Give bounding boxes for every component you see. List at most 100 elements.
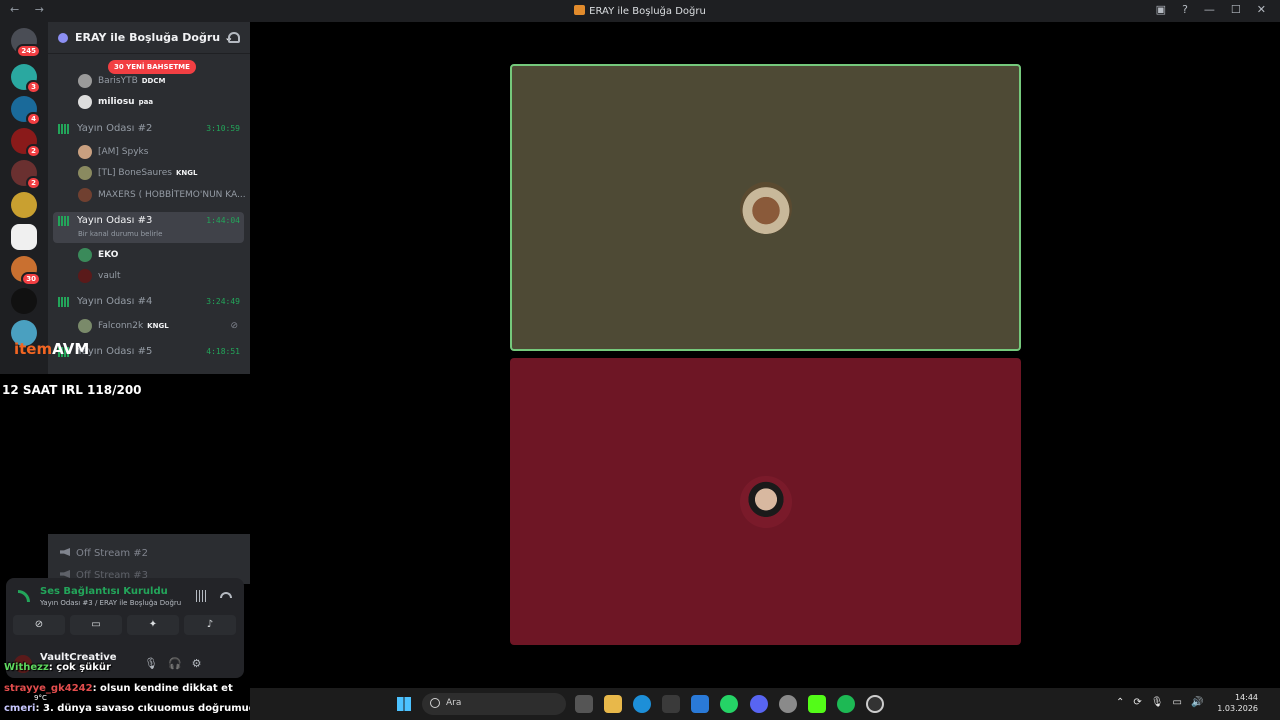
avatar: [78, 166, 92, 180]
minimize-button[interactable]: —: [1204, 3, 1215, 16]
voice-user[interactable]: EKO: [78, 248, 118, 262]
chevron-up-icon[interactable]: ⌃: [1116, 697, 1124, 708]
taskbar-search[interactable]: Ara: [422, 693, 566, 715]
media-player-icon[interactable]: [866, 695, 884, 713]
user-name: BarisYTB: [98, 76, 138, 86]
server-icon[interactable]: 2: [11, 160, 41, 190]
server-icon[interactable]: 3: [11, 64, 41, 94]
voice-activity-icon: [58, 123, 70, 134]
home-button[interactable]: 245: [11, 28, 41, 58]
chat-text: : 3. dünya savaso cıkıuomus doğrumudur: [35, 703, 269, 714]
user-name: [TL] BoneSaures: [98, 168, 172, 178]
voice-channel-path[interactable]: Yayın Odası #3 / ERAY ile Boşluğa Doğru: [40, 599, 181, 607]
voice-user[interactable]: MAXERS ( HOBBİTEMO'NUN KA...: [78, 188, 246, 202]
mention-pill[interactable]: 30 YENİ BAHSETME: [108, 60, 196, 74]
camera-toggle-button[interactable]: ⊘: [13, 615, 65, 635]
voice-user[interactable]: Falconn2k KNGL ⊘: [78, 319, 238, 333]
user-tag: paa: [138, 98, 154, 106]
chat-message: Withezz: çok şükür: [4, 662, 111, 673]
channel-status[interactable]: Bir kanal durumu belirle: [78, 230, 162, 238]
edge-icon[interactable]: [633, 695, 651, 713]
title-bar: ← → ERAY ile Boşluğa Doğru ▣ ? — ☐ ✕: [0, 0, 1280, 22]
soundboard-button[interactable]: ♪: [184, 615, 236, 635]
speaker-icon: [60, 548, 70, 556]
file-explorer-icon[interactable]: [604, 695, 622, 713]
discord-icon[interactable]: [750, 695, 768, 713]
voice-user[interactable]: vault: [78, 269, 121, 283]
channel-name: Yayın Odası #3: [77, 215, 153, 226]
avatar: [78, 319, 92, 333]
voice-activity-icon: [58, 296, 70, 307]
user-name: miliosu: [98, 97, 135, 107]
add-user-icon[interactable]: [228, 32, 240, 43]
badge: 30: [21, 272, 41, 286]
channel-timer: 1:44:04: [206, 216, 240, 225]
clock-time: 14:44: [1234, 693, 1258, 702]
signal-icon[interactable]: [18, 590, 30, 602]
logo-part: item: [14, 340, 53, 358]
server-icon[interactable]: 2: [11, 128, 41, 158]
chat-text: : olsun kendine dikkat et: [92, 683, 233, 694]
server-name: ERAY ile Boşluğa Doğru: [75, 31, 221, 44]
voice-channel-3[interactable]: Yayın Odası #3 1:44:04: [58, 215, 240, 226]
sync-icon[interactable]: ⟳: [1133, 697, 1141, 708]
server-icon[interactable]: 4: [11, 96, 41, 126]
close-button[interactable]: ✕: [1257, 3, 1266, 16]
user-tag: KNGL: [175, 169, 198, 177]
disconnect-icon[interactable]: [220, 592, 232, 598]
voice-user[interactable]: [TL] BoneSaures KNGL: [78, 166, 197, 180]
noise-suppression-icon[interactable]: [196, 590, 208, 602]
inbox-icon[interactable]: ▣: [1156, 3, 1166, 16]
server-icon[interactable]: [11, 224, 37, 250]
badge: 2: [26, 176, 41, 190]
settings-gear-icon[interactable]: ⚙: [192, 657, 202, 670]
badge: 245: [16, 44, 41, 58]
store-icon[interactable]: [662, 695, 680, 713]
volume-icon[interactable]: 🔊: [1191, 697, 1203, 708]
app-icon: [574, 5, 586, 15]
windows-start-icon[interactable]: [397, 697, 411, 711]
help-icon[interactable]: ?: [1182, 3, 1188, 16]
channel-timer: 3:24:49: [206, 297, 240, 306]
server-icon[interactable]: 30: [11, 256, 41, 286]
voice-status[interactable]: Ses Bağlantısı Kuruldu: [40, 586, 168, 597]
avatar: [78, 74, 92, 88]
video-tile[interactable]: [510, 358, 1021, 645]
obs-icon[interactable]: [779, 695, 797, 713]
channel-timer: 4:18:51: [206, 347, 240, 356]
chat-message: cmeri: 3. dünya savaso cıkıuomus doğrumu…: [4, 703, 268, 714]
voice-channel-2[interactable]: Yayın Odası #2 3:10:59: [58, 123, 240, 134]
voice-user[interactable]: miliosu paa: [78, 95, 153, 109]
off-stream-channel[interactable]: Off Stream #2: [60, 548, 148, 559]
network-icon[interactable]: ▭: [1172, 697, 1181, 708]
clock[interactable]: 14:44 1.03.2026: [1217, 692, 1258, 714]
task-view-icon[interactable]: [575, 695, 593, 713]
user-tag: DDCM: [141, 77, 166, 85]
mail-icon[interactable]: [691, 695, 709, 713]
badge: 4: [26, 112, 41, 126]
badge: 2: [26, 144, 41, 158]
muted-icon: ⊘: [230, 321, 238, 331]
chat-message: strayye_gk4242: olsun kendine dikkat et: [4, 683, 233, 694]
participant-avatar: [739, 181, 792, 234]
channel-name: Yayın Odası #4: [77, 296, 153, 307]
user-name: [AM] Spyks: [98, 147, 149, 157]
voice-user[interactable]: BarisYTB DDCM: [78, 74, 165, 88]
server-header[interactable]: ERAY ile Boşluğa Doğru ⌄: [48, 22, 250, 54]
user-name: MAXERS ( HOBBİTEMO'NUN KA...: [98, 190, 246, 200]
voice-channel-4[interactable]: Yayın Odası #4 3:24:49: [58, 296, 240, 307]
activities-button[interactable]: ✦: [127, 615, 179, 635]
server-icon[interactable]: [11, 192, 37, 218]
speaker-icon: [60, 570, 70, 578]
video-tile-speaking[interactable]: [510, 64, 1021, 351]
headphones-icon[interactable]: 🎧: [168, 657, 182, 670]
maximize-button[interactable]: ☐: [1231, 3, 1241, 16]
server-icon[interactable]: [11, 288, 37, 314]
microphone-icon[interactable]: 🎙: [144, 657, 158, 670]
voice-user[interactable]: [AM] Spyks: [78, 145, 148, 159]
microphone-tray-icon[interactable]: 🎙: [1151, 697, 1164, 708]
screen-share-button[interactable]: ▭: [70, 615, 122, 635]
kick-icon[interactable]: [808, 695, 826, 713]
spotify-icon[interactable]: [837, 695, 855, 713]
whatsapp-icon[interactable]: [720, 695, 738, 713]
